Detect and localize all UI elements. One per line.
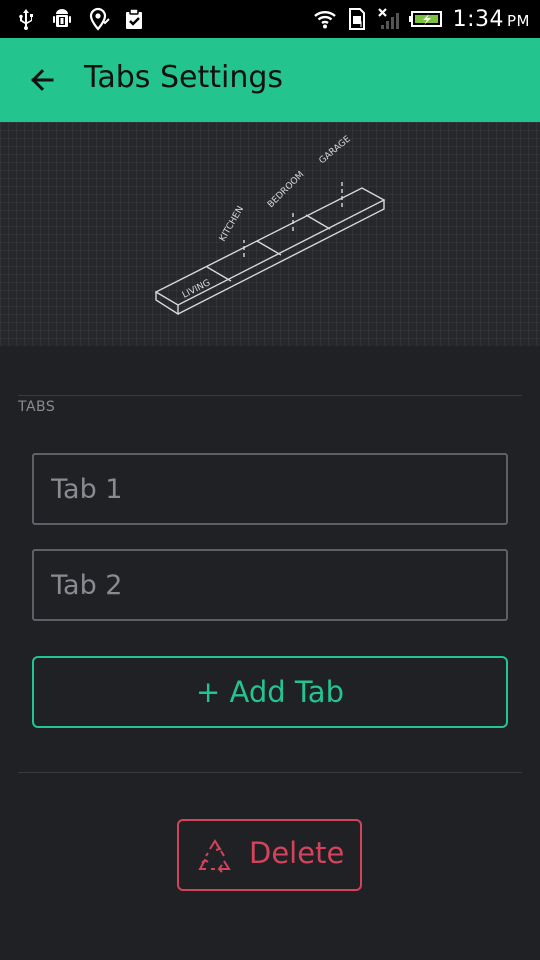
wifi-icon (313, 7, 337, 31)
tab-1-name-field[interactable] (32, 453, 508, 525)
sim-icon (345, 7, 369, 31)
tabs-section-label: TABS (18, 399, 56, 415)
section-divider-top (18, 395, 522, 396)
section-divider-bottom (18, 772, 522, 773)
tab-2-name-field[interactable] (32, 549, 508, 621)
illustration-label-living: LIVING (181, 278, 212, 301)
illustration-label-garage: GARAGE (318, 134, 354, 166)
illustration-label-kitchen: KITCHEN (218, 205, 246, 244)
page-title: Tabs Settings (84, 60, 283, 95)
clipboard-check-icon (122, 7, 146, 31)
back-button[interactable] (26, 64, 58, 96)
status-bar: 1:34 PM (0, 0, 540, 38)
add-tab-button[interactable]: + Add Tab (32, 656, 508, 728)
status-time: 1:34 PM (452, 6, 530, 32)
arrow-left-icon (31, 69, 54, 91)
delete-button-label: Delete (249, 836, 345, 870)
recycle-icon (198, 839, 231, 873)
illustration-label-bedroom: BEDROOM (266, 170, 306, 210)
tabs-illustration: LIVING KITCHEN BEDROOM GARAGE (0, 122, 540, 346)
status-left-icons (14, 0, 146, 38)
tab-bar-isometric-illustration: LIVING KITCHEN BEDROOM GARAGE (154, 134, 386, 316)
android-debug-icon (50, 7, 74, 31)
delete-button[interactable]: Delete (177, 819, 362, 891)
battery-charging-icon (408, 7, 445, 31)
app-bar: Tabs Settings (0, 38, 540, 122)
status-right-icons: 1:34 PM (313, 0, 530, 38)
usb-icon (14, 7, 38, 31)
no-signal-icon (377, 7, 401, 31)
location-pin-icon (86, 7, 110, 31)
